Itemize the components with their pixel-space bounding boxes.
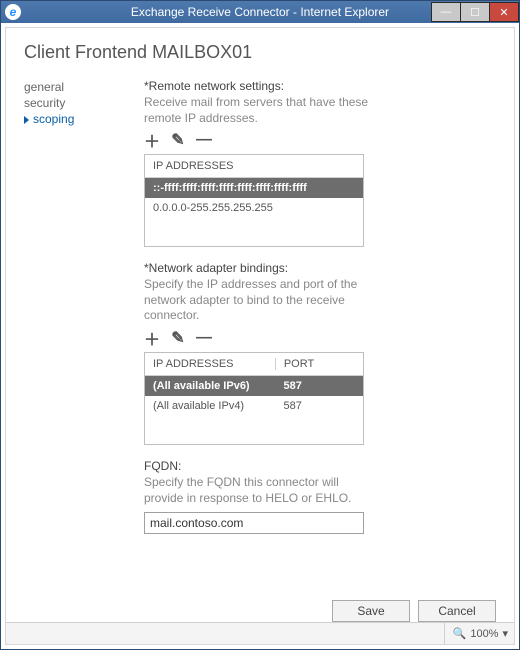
body: general security scoping *Remote network… [24,79,496,590]
cancel-button[interactable]: Cancel [418,600,496,622]
minus-icon[interactable]: — [196,132,212,148]
plus-icon[interactable]: ＋ [144,132,160,148]
window: e Exchange Receive Connector - Internet … [0,0,520,650]
zoom-control[interactable]: 🔍 100% ▾ [444,623,508,644]
remote-ip-body: ::-ffff:ffff:ffff:ffff:ffff:ffff:ffff:ff… [145,178,363,246]
fqdn-input[interactable] [144,512,364,534]
remote-ip-header: IP ADDRESSES [145,155,363,178]
bindings-body: (All available IPv6) 587 (All available … [145,376,363,444]
bindings-header-ip: IP ADDRESSES [153,358,275,370]
sidenav: general security scoping [24,79,144,590]
ie-icon: e [5,4,21,20]
remote-toolbar: ＋ ✎ — [144,132,496,148]
fqdn-help: Specify the FQDN this connector will pro… [144,475,374,506]
bindings-header-port: PORT [275,358,355,370]
list-item-text: 0.0.0.0-255.255.255.255 [153,202,273,214]
binding-port: 587 [275,380,355,392]
fqdn-label: FQDN: [144,459,496,473]
bindings-header: IP ADDRESSES PORT [145,353,363,376]
remote-label: *Remote network settings: [144,79,496,93]
list-item-text: ::-ffff:ffff:ffff:ffff:ffff:ffff:ffff:ff… [153,182,307,194]
edit-icon[interactable]: ✎ [170,132,186,148]
zoom-icon: 🔍 [453,627,467,640]
bindings-grid: IP ADDRESSES PORT (All available IPv6) 5… [144,352,364,445]
binding-ip: (All available IPv4) [153,400,275,412]
minus-icon[interactable]: — [196,330,212,346]
zoom-value: 100% [470,628,498,640]
bindings-label: *Network adapter bindings: [144,261,496,275]
page-title: Client Frontend MAILBOX01 [24,42,496,63]
binding-port: 587 [275,400,355,412]
table-row[interactable]: (All available IPv4) 587 [145,396,363,416]
window-controls: — ☐ ✕ [432,2,519,22]
minimize-button[interactable]: — [431,2,461,22]
sidenav-item-scoping[interactable]: scoping [24,111,144,127]
main-panel: *Remote network settings: Receive mail f… [144,79,496,590]
list-item[interactable]: 0.0.0.0-255.255.255.255 [145,198,363,218]
titlebar: e Exchange Receive Connector - Internet … [1,1,519,23]
content-inner: Client Frontend MAILBOX01 general securi… [5,27,515,645]
button-row: Save Cancel [24,600,496,622]
table-row[interactable]: (All available IPv6) 587 [145,376,363,396]
statusbar: 🔍 100% ▾ [6,622,514,644]
bindings-help: Specify the IP addresses and port of the… [144,277,374,324]
edit-icon[interactable]: ✎ [170,330,186,346]
bindings-toolbar: ＋ ✎ — [144,330,496,346]
save-button[interactable]: Save [332,600,410,622]
binding-ip: (All available IPv6) [153,380,275,392]
chevron-down-icon: ▾ [502,627,508,640]
plus-icon[interactable]: ＋ [144,330,160,346]
maximize-button[interactable]: ☐ [460,2,490,22]
remote-ip-list: IP ADDRESSES ::-ffff:ffff:ffff:ffff:ffff… [144,154,364,247]
list-item[interactable]: ::-ffff:ffff:ffff:ffff:ffff:ffff:ffff:ff… [145,178,363,198]
content-outer: Client Frontend MAILBOX01 general securi… [1,23,519,649]
close-button[interactable]: ✕ [489,2,519,22]
sidenav-item-general[interactable]: general [24,79,144,95]
remote-help: Receive mail from servers that have thes… [144,95,374,126]
sidenav-item-security[interactable]: security [24,95,144,111]
